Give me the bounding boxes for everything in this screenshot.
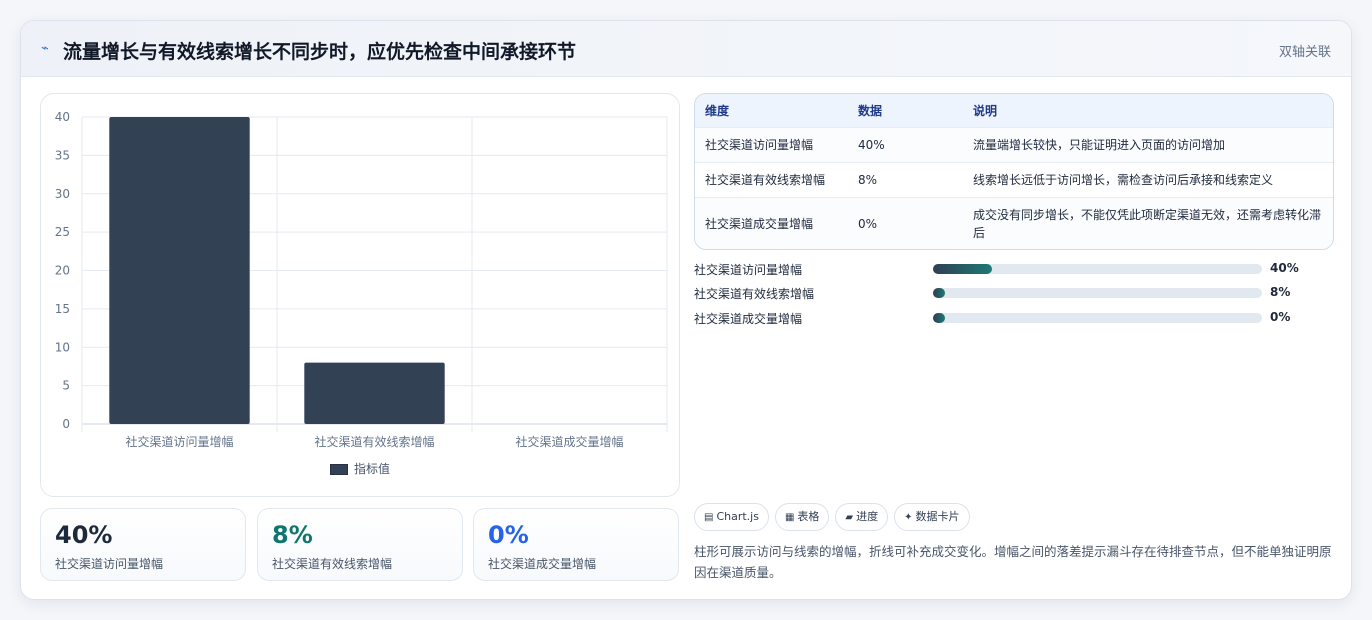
y-tick-label: 25 — [55, 225, 70, 239]
progress-row-deals: 社交渠道成交量增幅 0% — [694, 308, 1334, 328]
table-cell: 成交没有同步增长，不能仅凭此项断定渠道无效，还需考虑转化滞后 — [963, 196, 1333, 249]
data-table: 维度 数据 说明 社交渠道访问量增幅 40% 流量端增长较快，只能证明进入页面的… — [694, 93, 1334, 250]
kpi-card-leads: 8% 社交渠道有效线索增幅 — [257, 508, 463, 581]
chart-icon: ▤ — [704, 512, 714, 523]
kpi-card-visits: 40% 社交渠道访问量增幅 — [40, 508, 246, 581]
table-row: 社交渠道访问量增幅 40% 流量端增长较快，只能证明进入页面的访问增加 — [695, 126, 1333, 162]
bar-chart-panel: 0 5 10 15 20 25 30 35 40 社交渠道访问量增幅 社交渠道有效线索增幅 社交渠道成… — [40, 93, 680, 497]
table-icon: ▦ — [784, 512, 795, 523]
chip-label: 数据卡片 — [915, 510, 960, 523]
progress-value: 8% — [1270, 285, 1291, 299]
x-tick-label: 社交渠道有效线索增幅 — [314, 434, 434, 449]
card-header: ⌁ 流量增长与有效线索增长不同步时，应优先检查中间承接环节 双轴关联 — [21, 21, 1351, 77]
table-header-row: 维度 数据 说明 — [695, 94, 1333, 127]
legend-swatch — [329, 464, 348, 475]
y-tick-label: 20 — [55, 264, 70, 278]
progress-icon: ▰ — [845, 512, 854, 523]
bar-chart: 0 5 10 15 20 25 30 35 40 社交渠道访问量增幅 社交渠道有效线索增幅 社交渠道成… — [55, 110, 668, 449]
column-header: 数据 — [858, 103, 883, 118]
table-cell: 0% — [848, 196, 963, 249]
kpi-label: 社交渠道有效线索增幅 — [272, 557, 393, 571]
progress-value: 0% — [1270, 310, 1291, 324]
progress-value: 40% — [1270, 261, 1299, 275]
progress-row-visits: 社交渠道访问量增幅 40% — [694, 259, 1334, 279]
chip-data-card[interactable]: ✦ 数据卡片 — [894, 503, 970, 531]
table-cell: 40% — [848, 126, 963, 162]
y-tick-label: 30 — [55, 187, 70, 201]
progress-track — [933, 288, 1262, 298]
x-tick-label: 社交渠道成交量增幅 — [515, 434, 623, 449]
dual-axis-tag[interactable]: 双轴关联 — [1279, 41, 1331, 60]
table-cell: 流量端增长较快，只能证明进入页面的访问增加 — [963, 126, 1333, 162]
y-tick-label: 35 — [55, 148, 70, 162]
chart-note: 柱形可展示访问与线索的增幅，折线可补充成交变化。增幅之间的落差提示漏斗存在待排查… — [694, 544, 1332, 580]
progress-track — [933, 264, 1262, 274]
kpi-value: 40% — [55, 521, 113, 549]
kpi-value: 8% — [272, 521, 313, 549]
bar — [304, 362, 445, 424]
y-tick-label: 40 — [55, 110, 70, 124]
progress-fill — [933, 288, 945, 298]
table-cell: 社交渠道成交量增幅 — [695, 196, 848, 249]
y-tick-label: 0 — [62, 417, 70, 431]
chip-label: 表格 — [797, 510, 820, 523]
progress-label: 社交渠道成交量增幅 — [694, 312, 803, 326]
y-tick-label: 5 — [62, 379, 70, 393]
table-cell: 线索增长远低于访问增长，需检查访问后承接和线索定义 — [963, 161, 1333, 197]
progress-row-leads: 社交渠道有效线索增幅 8% — [694, 283, 1334, 303]
table-cell: 社交渠道访问量增幅 — [695, 126, 848, 162]
x-tick-label: 社交渠道访问量增幅 — [125, 434, 233, 449]
column-header: 维度 — [705, 103, 730, 118]
kpi-label: 社交渠道访问量增幅 — [55, 557, 164, 571]
page-title: 流量增长与有效线索增长不同步时，应优先检查中间承接环节 — [63, 41, 577, 63]
column-header: 说明 — [973, 103, 998, 118]
table-row: 社交渠道成交量增幅 0% 成交没有同步增长，不能仅凭此项断定渠道无效，还需考虑转… — [695, 196, 1333, 249]
bar — [109, 117, 250, 424]
kpi-card-deals: 0% 社交渠道成交量增幅 — [473, 508, 679, 581]
progress-label: 社交渠道访问量增幅 — [694, 263, 803, 277]
analysis-card: ⌁ 流量增长与有效线索增长不同步时，应优先检查中间承接环节 双轴关联 0 5 10 1… — [20, 20, 1352, 600]
progress-track — [933, 313, 1262, 323]
chip-table[interactable]: ▦ 表格 — [774, 503, 830, 531]
chip-progress[interactable]: ▰ 进度 — [835, 503, 889, 531]
chip-label: Chart.js — [716, 510, 759, 523]
legend-label: 指标值 — [353, 462, 390, 476]
chip-chartjs[interactable]: ▤ Chart.js — [694, 503, 769, 531]
progress-label: 社交渠道有效线索增幅 — [694, 287, 815, 301]
y-tick-label: 15 — [55, 302, 70, 316]
progress-fill — [933, 313, 945, 323]
progress-fill — [933, 264, 993, 274]
table-row: 社交渠道有效线索增幅 8% 线索增长远低于访问增长，需检查访问后承接和线索定义 — [695, 161, 1333, 197]
table-cell: 社交渠道有效线索增幅 — [695, 161, 848, 197]
y-tick-label: 10 — [55, 340, 70, 354]
feature-chips: ▤ Chart.js ▦ 表格 ▰ 进度 ✦ 数据卡片 — [694, 503, 976, 533]
card-icon: ✦ — [904, 512, 913, 523]
chip-label: 进度 — [856, 510, 879, 523]
chart-legend[interactable]: 指标值 — [41, 460, 679, 477]
kpi-label: 社交渠道成交量增幅 — [488, 557, 597, 571]
table-cell: 8% — [848, 161, 963, 197]
trend-icon: ⌁ — [41, 41, 49, 56]
kpi-value: 0% — [488, 521, 529, 549]
